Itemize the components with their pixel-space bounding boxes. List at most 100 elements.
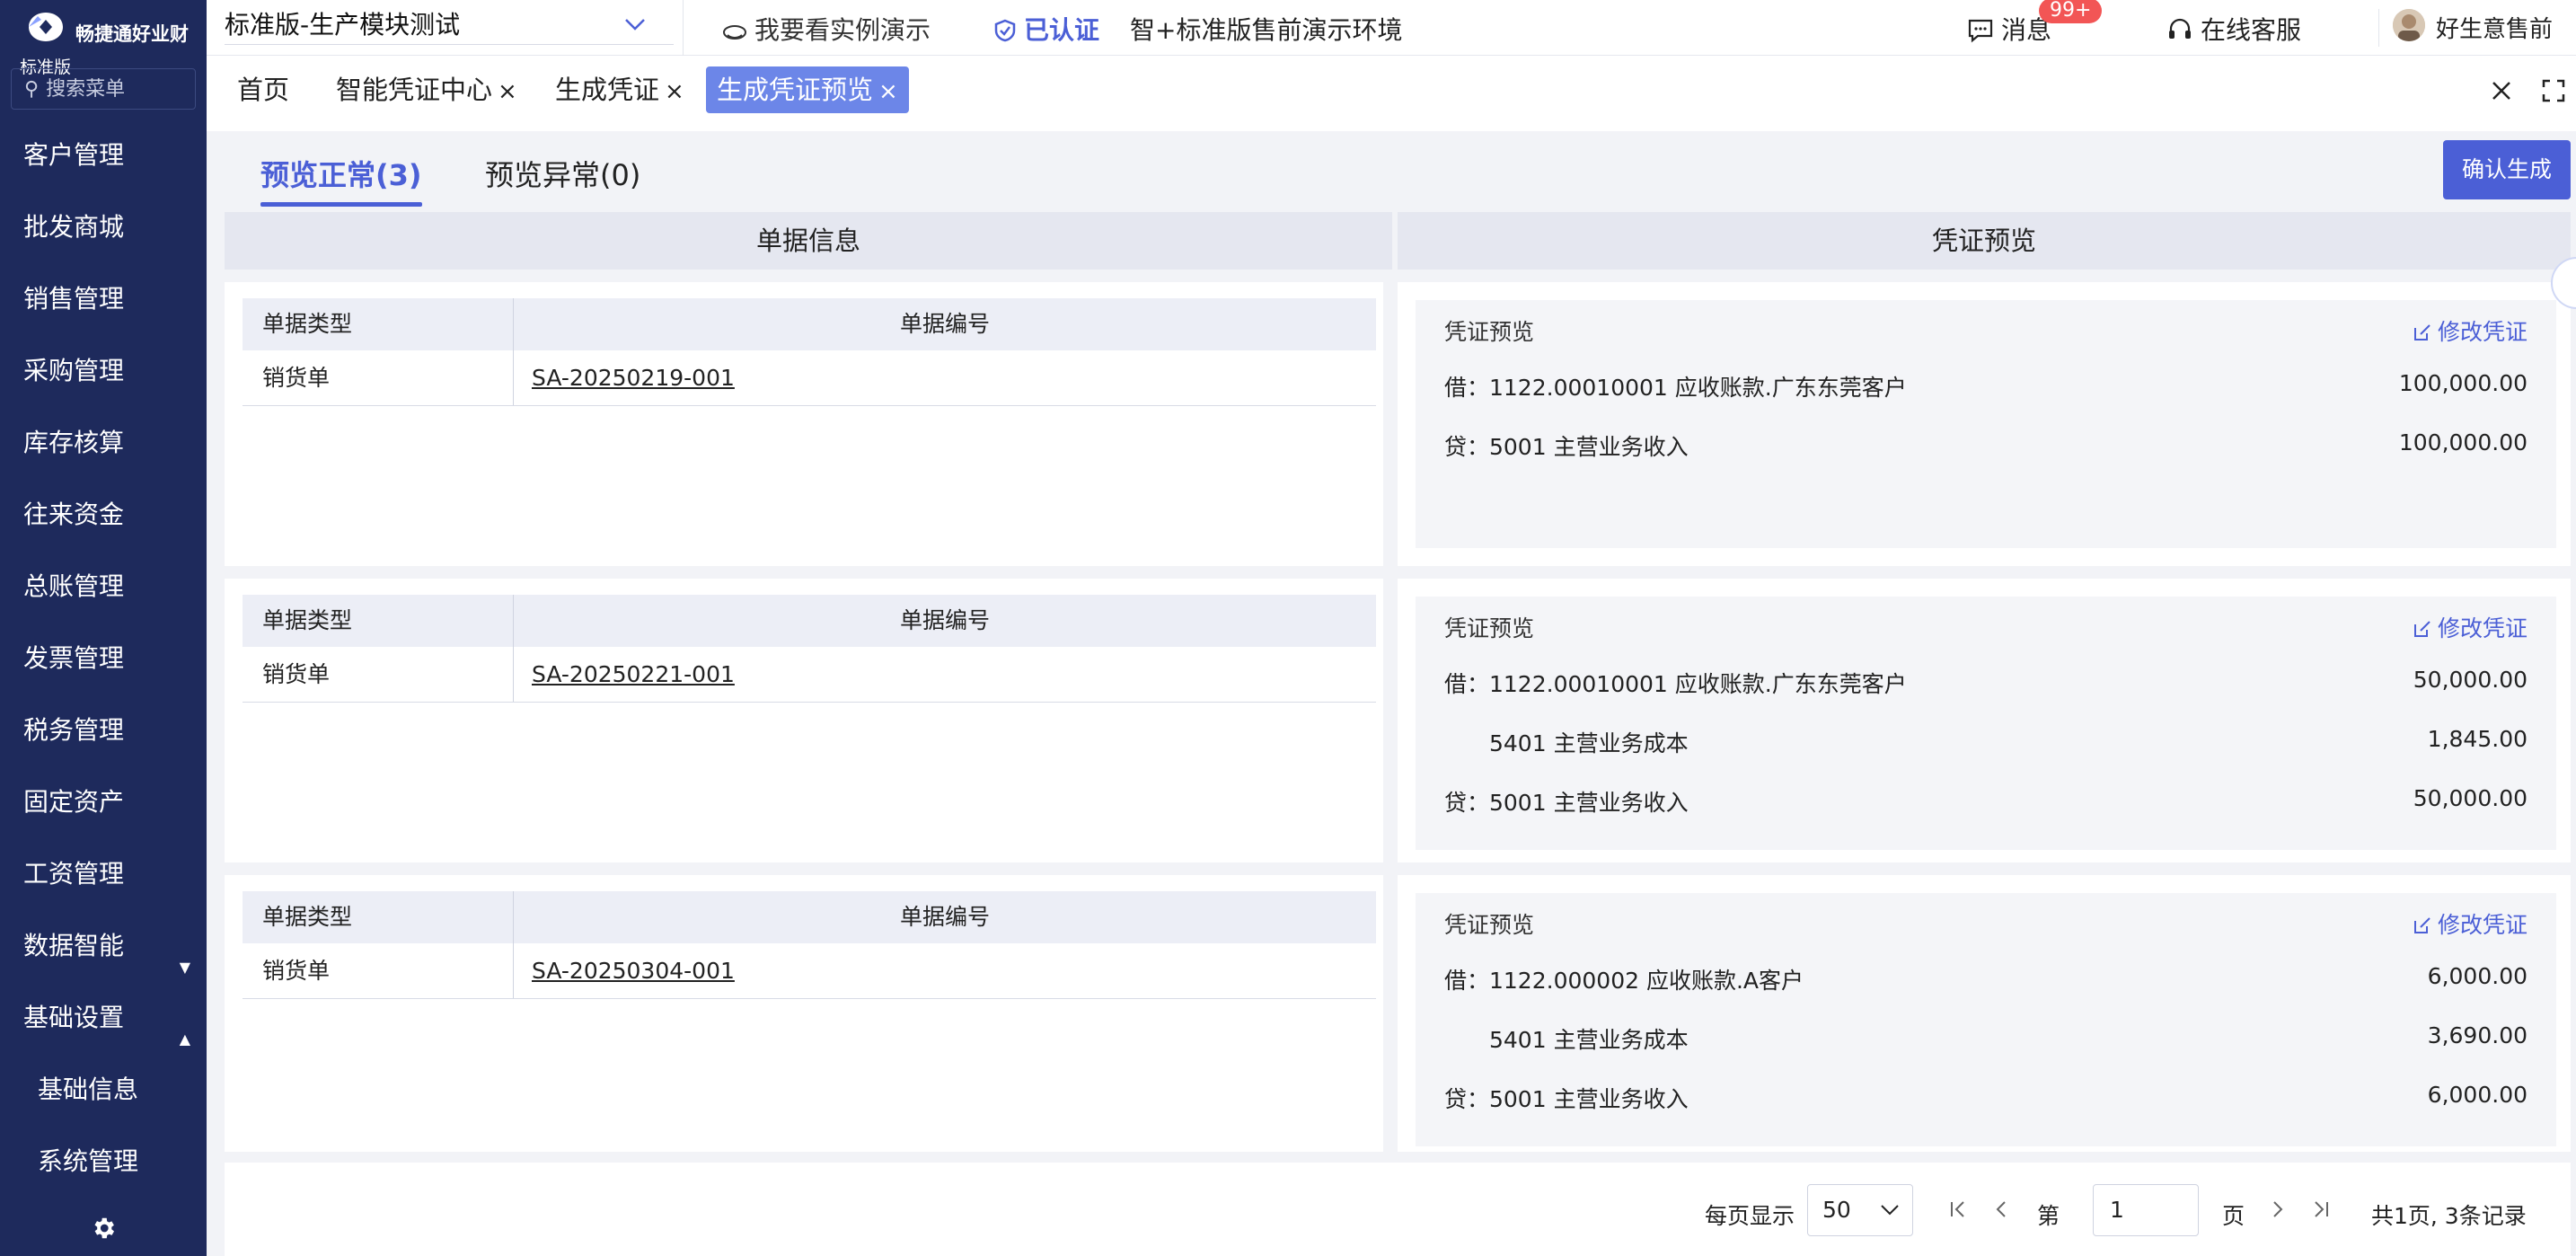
- tab-voucher-preview[interactable]: 生成凭证预览 ×: [706, 66, 909, 113]
- doc-table-header: 单据类型 单据编号: [243, 298, 1376, 350]
- online-service-button[interactable]: 在线客服: [2166, 11, 2301, 47]
- avatar[interactable]: [2393, 9, 2425, 41]
- sidebar-item-customer[interactable]: 客户管理: [0, 131, 207, 203]
- sidebar-item-label: 系统管理: [38, 1146, 139, 1176]
- pagination-total: 共1页, 3条记录: [2371, 1203, 2527, 1229]
- edit-icon: [2413, 917, 2430, 933]
- voucher-card: 凭证预览 修改凭证 借：1122.00010001 应收账款.广东东莞客户 100…: [1416, 300, 2556, 548]
- verified-badge: 已认证: [993, 11, 1099, 47]
- chat-icon: [1968, 19, 1993, 43]
- next-page-icon[interactable]: [2267, 1199, 2289, 1220]
- voucher-title: 凭证预览: [1444, 319, 1535, 345]
- sidebar-item-system[interactable]: 系统管理: [0, 1137, 207, 1209]
- sidebar-item-label: 采购管理: [23, 356, 125, 385]
- doc-number-link[interactable]: SA-20250221-001: [514, 647, 1376, 702]
- per-page-select[interactable]: 50: [1807, 1184, 1913, 1236]
- org-select[interactable]: 标准版-生产模块测试: [225, 5, 674, 45]
- tab-label: 智能凭证中心: [336, 75, 493, 105]
- sidebar-item-invoice[interactable]: 发票管理: [0, 634, 207, 706]
- shield-icon: [994, 19, 1016, 42]
- close-all-tabs-icon[interactable]: [2488, 77, 2515, 104]
- doc-table: 单据类型 单据编号 销货单 SA-20250219-001: [243, 298, 1376, 406]
- sidebar-item-ledger[interactable]: 总账管理: [0, 562, 207, 634]
- prev-page-icon[interactable]: [1990, 1199, 2012, 1220]
- close-icon[interactable]: ×: [878, 78, 898, 105]
- voucher-account: 借：1122.00010001 应收账款.广东东莞客户: [1444, 671, 1907, 697]
- sidebar-item-inventory[interactable]: 库存核算: [0, 419, 207, 491]
- gear-icon[interactable]: [90, 1215, 117, 1242]
- tab-smart-voucher-center[interactable]: 智能凭证中心 ×: [325, 66, 528, 113]
- doc-section-2: 单据类型 单据编号 销货单 SA-20250221-001: [225, 579, 1383, 862]
- menu-search[interactable]: ⚲ 搜索菜单: [11, 68, 196, 110]
- voucher-section-3: 凭证预览 修改凭证 借：1122.000002 应收账款.A客户 6,000.00…: [1398, 875, 2571, 1152]
- sidebar-item-label: 税务管理: [23, 715, 125, 745]
- sidebar-item-fixed-assets[interactable]: 固定资产: [0, 778, 207, 850]
- subtab-normal[interactable]: 预览正常(3): [260, 153, 422, 207]
- page-prefix: 第: [2037, 1203, 2060, 1229]
- sidebar-item-tax[interactable]: 税务管理: [0, 706, 207, 778]
- voucher-line: 贷：5001 主营业务收入 100,000.00: [1416, 413, 2556, 473]
- verified-label: 已认证: [1024, 15, 1100, 45]
- voucher-account: 5401 主营业务成本: [1489, 1027, 1689, 1053]
- edit-voucher-button[interactable]: 修改凭证: [2413, 611, 2527, 643]
- sidebar-item-data-intelligence[interactable]: 数据智能 ▼: [0, 922, 207, 994]
- tab-generate-voucher[interactable]: 生成凭证 ×: [544, 66, 695, 113]
- sidebar-item-payroll[interactable]: 工资管理: [0, 850, 207, 922]
- sidebar-item-basic-settings[interactable]: 基础设置 ▲: [0, 994, 207, 1066]
- sidebar-item-purchase[interactable]: 采购管理: [0, 347, 207, 419]
- close-icon[interactable]: ×: [665, 78, 684, 105]
- sidebar-item-wholesale[interactable]: 批发商城: [0, 203, 207, 275]
- sidebar-item-basic-info[interactable]: 基础信息: [0, 1066, 207, 1137]
- caret-up-icon: ▲: [179, 1030, 190, 1048]
- doc-table-header: 单据类型 单据编号: [243, 595, 1376, 647]
- environment-label: 智+标准版售前演示环境: [1130, 15, 1403, 45]
- doc-section-1: 单据类型 单据编号 销货单 SA-20250219-001: [225, 282, 1383, 566]
- voucher-section-1: 凭证预览 修改凭证 借：1122.00010001 应收账款.广东东莞客户 100…: [1398, 282, 2571, 566]
- voucher-card: 凭证预览 修改凭证 借：1122.000002 应收账款.A客户 6,000.00…: [1416, 893, 2556, 1146]
- voucher-amount: 50,000.00: [2413, 667, 2527, 693]
- voucher-account: 贷：5001 主营业务收入: [1444, 1086, 1689, 1112]
- fullscreen-icon[interactable]: [2540, 77, 2567, 104]
- menu-search-placeholder: 搜索菜单: [46, 78, 126, 101]
- voucher-line: 贷：5001 主营业务收入 50,000.00: [1416, 769, 2556, 828]
- demo-link[interactable]: 我要看实例演示: [722, 11, 931, 47]
- tab-label: 首页: [237, 75, 290, 105]
- user-name[interactable]: 好生意售前: [2436, 11, 2553, 44]
- brand-logo: 畅捷通好业财 标准版: [0, 0, 207, 77]
- messages-button[interactable]: 消息: [1967, 11, 2051, 47]
- voucher-title: 凭证预览: [1444, 615, 1535, 641]
- close-icon[interactable]: ×: [498, 78, 517, 105]
- sidebar-item-sales[interactable]: 销售管理: [0, 275, 207, 347]
- doc-number-link[interactable]: SA-20250304-001: [514, 943, 1376, 998]
- sidebar-item-label: 客户管理: [23, 140, 125, 170]
- subtab-abnormal[interactable]: 预览异常(0): [485, 153, 640, 194]
- brand-logo-icon: [29, 13, 63, 41]
- doc-type: 销货单: [243, 350, 514, 405]
- table-row: 销货单 SA-20250219-001: [243, 350, 1376, 406]
- avatar-image: [2393, 9, 2425, 41]
- voucher-account: 借：1122.00010001 应收账款.广东东莞客户: [1444, 375, 1907, 401]
- voucher-account: 5401 主营业务成本: [1489, 730, 1689, 756]
- voucher-account: 贷：5001 主营业务收入: [1444, 790, 1689, 816]
- first-page-icon[interactable]: [1947, 1199, 1969, 1220]
- page-tabs: 首页 智能凭证中心 × 生成凭证 × 生成凭证预览 ×: [207, 56, 2576, 131]
- sidebar-item-label: 基础信息: [38, 1075, 139, 1104]
- brand-name: 畅捷通好业财: [75, 23, 189, 45]
- doc-col-type: 单据类型: [243, 891, 514, 943]
- doc-number-link[interactable]: SA-20250219-001: [514, 350, 1376, 405]
- per-page-label: 每页显示: [1705, 1203, 1795, 1229]
- last-page-icon[interactable]: [2310, 1199, 2332, 1220]
- voucher-line: 5401 主营业务成本 3,690.00: [1416, 1006, 2556, 1066]
- tab-home[interactable]: 首页: [226, 66, 300, 113]
- messages-count-badge: 99+: [2039, 0, 2103, 23]
- per-page-value: 50: [1822, 1197, 1851, 1223]
- voucher-line: 借：1122.00010001 应收账款.广东东莞客户 50,000.00: [1416, 650, 2556, 710]
- edit-voucher-button[interactable]: 修改凭证: [2413, 314, 2527, 347]
- confirm-generate-button[interactable]: 确认生成: [2443, 140, 2571, 199]
- doc-col-number: 单据编号: [899, 904, 990, 930]
- voucher-line: 贷：5001 主营业务收入 6,000.00: [1416, 1066, 2556, 1125]
- page-number-input[interactable]: 1: [2093, 1184, 2199, 1236]
- voucher-card-header: 凭证预览 修改凭证: [1416, 597, 2556, 650]
- sidebar-item-funds[interactable]: 往来资金: [0, 491, 207, 562]
- edit-voucher-button[interactable]: 修改凭证: [2413, 907, 2527, 940]
